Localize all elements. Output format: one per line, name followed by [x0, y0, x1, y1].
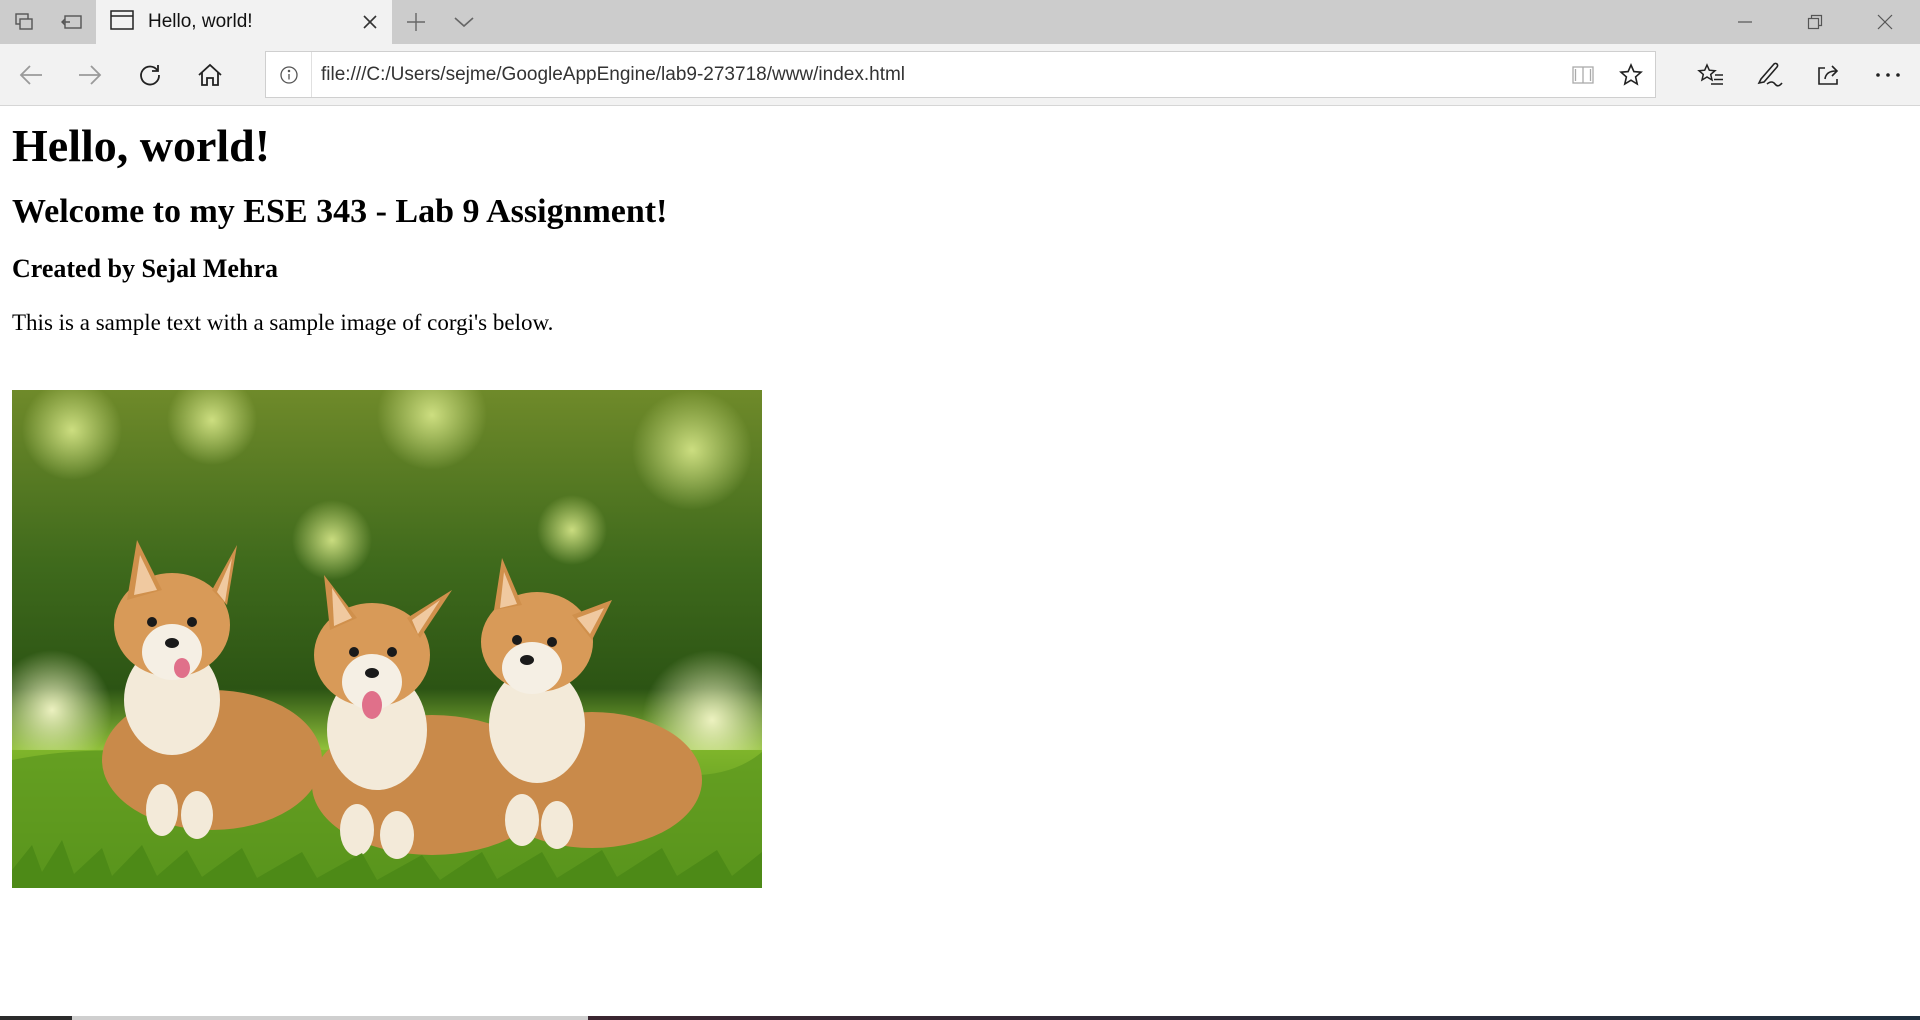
tab-list-button[interactable]	[440, 0, 488, 44]
site-info-button[interactable]	[266, 52, 312, 97]
tab-preview-icon[interactable]	[0, 0, 48, 44]
favorites-list-icon	[1697, 63, 1723, 85]
page-icon	[110, 9, 134, 35]
restore-icon	[1807, 14, 1823, 30]
page-subheading: Welcome to my ESE 343 - Lab 9 Assignment…	[12, 192, 668, 230]
plus-icon	[407, 13, 425, 31]
close-icon	[363, 15, 377, 29]
forward-button[interactable]	[66, 52, 114, 98]
chevron-down-icon	[454, 17, 474, 28]
refresh-icon	[140, 65, 160, 86]
reading-view-button[interactable]	[1559, 52, 1607, 97]
tab-title: Hello, world!	[148, 11, 253, 32]
back-button[interactable]	[7, 52, 55, 98]
taskbar-edge	[0, 1016, 1920, 1020]
book-icon	[1572, 65, 1594, 84]
minimize-icon	[1738, 21, 1752, 23]
url-text[interactable]: file:///C:/Users/sejme/GoogleAppEngine/l…	[312, 64, 1559, 86]
star-icon	[1619, 62, 1643, 86]
info-icon	[279, 65, 298, 84]
back-arrow-icon	[19, 65, 42, 85]
title-bar: Hello, world!	[0, 0, 1920, 44]
favorites-hub-button[interactable]	[1687, 52, 1735, 98]
pen-icon	[1757, 62, 1783, 87]
minimize-button[interactable]	[1710, 0, 1780, 44]
add-notes-button[interactable]	[1746, 52, 1794, 98]
tab-active[interactable]: Hello, world!	[96, 0, 392, 44]
new-tab-button[interactable]	[392, 0, 440, 44]
more-icon	[1876, 73, 1900, 77]
refresh-button[interactable]	[126, 52, 174, 98]
forward-arrow-icon	[79, 65, 102, 85]
share-icon	[1818, 65, 1839, 85]
share-button[interactable]	[1805, 52, 1853, 98]
page-heading: Hello, world!	[12, 120, 271, 171]
close-icon	[1877, 14, 1893, 30]
address-bar[interactable]: file:///C:/Users/sejme/GoogleAppEngine/l…	[265, 51, 1656, 98]
home-button[interactable]	[186, 52, 234, 98]
more-button[interactable]	[1864, 52, 1912, 98]
navigation-bar: file:///C:/Users/sejme/GoogleAppEngine/l…	[0, 44, 1920, 106]
close-tab-button[interactable]	[348, 0, 392, 44]
corgi-photo	[12, 390, 762, 888]
restore-button[interactable]	[1780, 0, 1850, 44]
set-aside-tabs-icon[interactable]	[48, 0, 96, 44]
page-paragraph: This is a sample text with a sample imag…	[12, 309, 554, 335]
add-favorite-button[interactable]	[1607, 52, 1655, 97]
close-window-button[interactable]	[1850, 0, 1920, 44]
author-heading: Created by Sejal Mehra	[12, 253, 278, 283]
home-icon	[198, 63, 222, 86]
page-content: Hello, world! Welcome to my ESE 343 - La…	[0, 107, 1920, 1016]
